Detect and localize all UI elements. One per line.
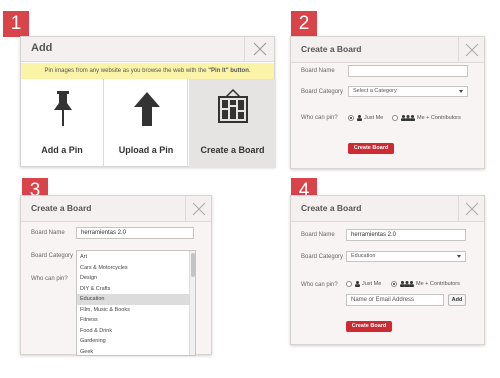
close-button[interactable] <box>185 196 211 222</box>
close-icon <box>192 202 206 216</box>
dropdown-option[interactable]: Gardening <box>77 336 190 347</box>
banner-pin-it: "Pin It" button <box>208 68 249 74</box>
board-frame-icon <box>218 89 248 123</box>
close-button[interactable] <box>244 37 274 62</box>
upload-a-pin-option[interactable]: Upload a Pin <box>105 79 188 168</box>
board-name-label: Board Name <box>301 68 335 74</box>
contributor-email-input[interactable]: Name or Email Address <box>346 294 444 306</box>
add-dialog: Add Pin images from any website as you b… <box>20 36 276 168</box>
dropdown-option[interactable]: Film, Music & Books <box>77 305 190 316</box>
dropdown-option[interactable]: Art <box>77 252 190 263</box>
create-board-dialog-3: Create a Board Board Name herramientas 2… <box>20 195 212 356</box>
person-icon <box>357 115 362 121</box>
add-dialog-header: Add <box>21 37 274 62</box>
board-category-dropdown[interactable]: Art Cars & Motorcycles Design DIY & Craf… <box>76 250 196 356</box>
close-button[interactable] <box>458 37 484 63</box>
dropdown-option[interactable]: DIY & Crafts <box>77 284 190 295</box>
dropdown-option[interactable]: Food & Drink <box>77 326 190 337</box>
add-dialog-title: Add <box>31 42 53 54</box>
dialog-header: Create a Board <box>291 196 484 222</box>
create-a-board-label: Create a Board <box>200 145 265 155</box>
who-can-pin-label: Who can pin? <box>31 276 68 282</box>
create-board-button[interactable]: Create Board <box>346 321 392 332</box>
chevron-down-icon <box>459 90 463 93</box>
dropdown-option[interactable]: Fitness <box>77 315 190 326</box>
add-a-pin-label: Add a Pin <box>41 145 83 155</box>
contributors-radio[interactable] <box>391 281 397 287</box>
close-button[interactable] <box>458 196 484 222</box>
board-category-label: Board Category <box>31 253 74 259</box>
chevron-down-icon <box>457 255 461 258</box>
add-a-pin-option[interactable]: Add a Pin <box>21 79 104 168</box>
board-category-select[interactable]: Education <box>346 251 466 262</box>
board-name-input[interactable]: herramientas 2.0 <box>346 229 466 241</box>
dropdown-option-highlighted[interactable]: Education <box>77 294 190 305</box>
add-contributor-button[interactable]: Add <box>448 294 466 306</box>
who-can-pin-label: Who can pin? <box>301 115 338 121</box>
close-icon <box>465 43 479 57</box>
step-badge-1: 1 <box>3 11 29 37</box>
board-name-input[interactable] <box>348 65 468 77</box>
board-category-label: Board Category <box>301 89 344 95</box>
contributors-label: Me + Contributors <box>416 281 460 287</box>
dropdown-option[interactable]: Cars & Motorcycles <box>77 263 190 274</box>
close-icon <box>253 42 267 56</box>
dropdown-list: Art Cars & Motorcycles Design DIY & Craf… <box>77 252 190 356</box>
pin-it-banner: Pin images from any website as you brows… <box>21 63 274 79</box>
who-can-pin-label: Who can pin? <box>301 282 338 288</box>
person-icon <box>355 281 360 287</box>
board-category-value: Select a Category <box>353 88 397 94</box>
contributors-radio[interactable] <box>392 115 398 121</box>
just-me-label: Just Me <box>364 115 384 121</box>
banner-suffix: . <box>248 68 251 74</box>
dialog-title: Create a Board <box>301 203 362 213</box>
just-me-radio[interactable] <box>348 115 354 121</box>
dropdown-option[interactable]: Design <box>77 273 190 284</box>
step-badge-2: 2 <box>291 11 317 37</box>
dialog-header: Create a Board <box>291 37 484 63</box>
group-icon <box>401 115 415 121</box>
create-board-dialog-4: Create a Board Board Name herramientas 2… <box>290 195 485 345</box>
board-name-label: Board Name <box>31 230 65 236</box>
board-category-select[interactable]: Select a Category <box>348 86 468 97</box>
pushpin-icon <box>54 91 72 126</box>
dialog-header: Create a Board <box>21 196 211 222</box>
just-me-label: Just Me <box>362 281 382 287</box>
contributors-label: Me + Contributors <box>417 115 461 121</box>
just-me-radio[interactable] <box>346 281 352 287</box>
board-category-label: Board Category <box>301 254 344 260</box>
create-a-board-option[interactable]: Create a Board <box>189 79 276 168</box>
dropdown-scroll-thumb[interactable] <box>191 253 195 277</box>
dialog-title: Create a Board <box>31 203 92 213</box>
create-board-dialog-2: Create a Board Board Name Board Category… <box>290 36 485 169</box>
upload-arrow-icon <box>134 92 160 126</box>
upload-a-pin-label: Upload a Pin <box>118 145 174 155</box>
board-category-value: Education <box>351 253 376 259</box>
banner-text: Pin images from any website as you brows… <box>44 68 209 74</box>
board-name-label: Board Name <box>301 232 335 238</box>
close-icon <box>465 202 479 216</box>
group-icon <box>400 281 414 287</box>
board-name-input[interactable]: herramientas 2.0 <box>76 227 194 239</box>
dialog-title: Create a Board <box>301 44 362 54</box>
create-board-button[interactable]: Create Board <box>348 143 394 154</box>
dropdown-option[interactable]: Geek <box>77 347 190 356</box>
